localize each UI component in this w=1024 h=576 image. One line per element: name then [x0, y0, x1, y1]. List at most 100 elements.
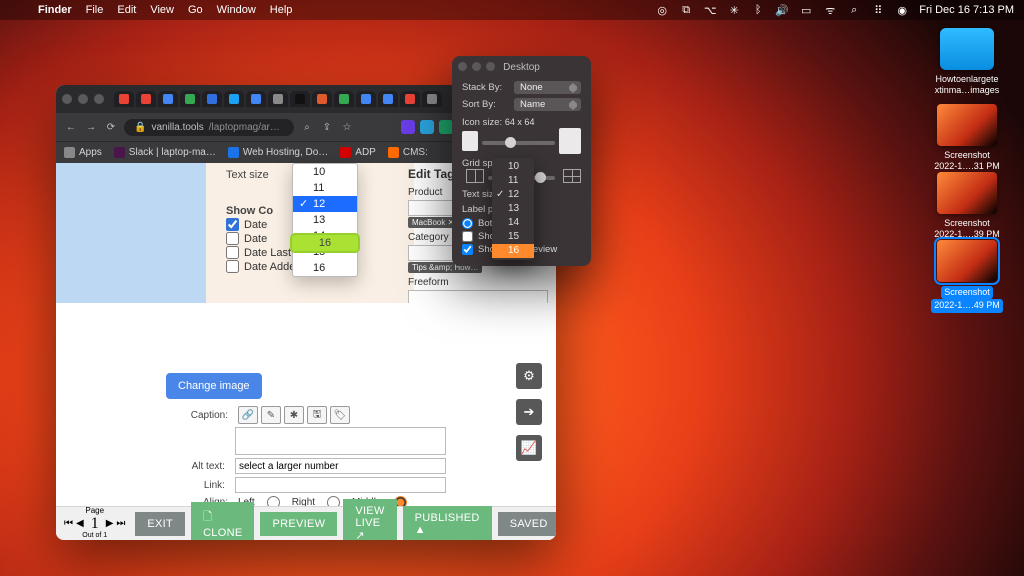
saved-button[interactable]: SAVED — [498, 512, 556, 536]
share-icon[interactable]: ⇪ — [320, 120, 334, 134]
status-icon[interactable]: ◎ — [655, 3, 669, 17]
caption-input[interactable] — [235, 427, 446, 455]
tab-favicon — [273, 94, 283, 104]
sort-by-select[interactable]: Name — [514, 98, 581, 111]
published-button[interactable]: PUBLISHED ▲ — [403, 506, 492, 541]
browser-tab[interactable] — [334, 91, 354, 107]
page-last-icon[interactable]: ⏭ — [116, 519, 125, 530]
bookmark-apps[interactable]: Apps — [64, 147, 102, 158]
search-icon[interactable]: ⌕ — [300, 120, 314, 134]
battery-icon[interactable]: ▭ — [799, 3, 813, 17]
alt-text-input[interactable] — [235, 458, 446, 474]
bookmark-hosting[interactable]: Web Hosting, Do… — [228, 147, 328, 158]
text-size-menu[interactable]: 10 11 12 13 14 15 16 — [292, 163, 358, 277]
tab-favicon — [119, 94, 129, 104]
tab-favicon — [427, 94, 437, 104]
browser-tab[interactable] — [290, 91, 310, 107]
menubar-app[interactable]: Finder — [38, 4, 72, 16]
star-icon[interactable]: ☆ — [340, 120, 354, 134]
desktop-screenshot[interactable]: Screenshot 2022-1….31 PM — [924, 104, 1010, 173]
menu-file[interactable]: File — [86, 4, 104, 16]
search-icon[interactable]: ⌕ — [847, 3, 861, 17]
extension-icon[interactable] — [401, 120, 415, 134]
tab-favicon — [185, 94, 195, 104]
browser-tab[interactable] — [180, 91, 200, 107]
status-icon[interactable]: ✳ — [727, 3, 741, 17]
apple-logo-icon[interactable] — [10, 3, 24, 17]
page-action-bar: Page ⏮ ◀ 1 ▶ ⏭ Out of 1 EXIT 🗋 CLONE PRE… — [56, 506, 556, 540]
menubar-clock[interactable]: Fri Dec 16 7:13 PM — [919, 4, 1014, 16]
desktop-folder[interactable]: Howtoenlargete xtinma…images — [924, 28, 1010, 97]
menu-help[interactable]: Help — [270, 4, 293, 16]
icon-size-slider[interactable] — [482, 141, 555, 145]
menu-edit[interactable]: Edit — [117, 4, 136, 16]
tag-tool-icon[interactable]: 🏷 — [330, 406, 350, 424]
bookmark-slack[interactable]: Slack | laptop-ma… — [114, 147, 216, 158]
extension-icon[interactable] — [439, 120, 453, 134]
browser-tab[interactable] — [378, 91, 398, 107]
browser-tab[interactable] — [158, 91, 178, 107]
image-editor-form: Change image ⚙ ➔ 📈 Caption: 🔗 ✎ ✱ 🖫 🏷 — [56, 303, 556, 540]
window-traffic-lights[interactable] — [458, 62, 495, 71]
view-live-button[interactable]: VIEW LIVE ↗ — [343, 499, 396, 540]
bold-tool-icon[interactable]: ✱ — [284, 406, 304, 424]
save-tool-icon[interactable]: 🖫 — [307, 406, 327, 424]
text-size-label: Text size — [226, 169, 269, 181]
browser-tab[interactable] — [246, 91, 266, 107]
bookmark-adp[interactable]: ADP — [340, 147, 376, 158]
volume-icon[interactable]: 🔊 — [775, 3, 789, 17]
nav-forward-icon[interactable]: → — [84, 120, 98, 134]
browser-tab[interactable] — [400, 91, 420, 107]
status-icon[interactable]: ⧉ — [679, 3, 693, 17]
bookmark-cms[interactable]: CMS: — [388, 147, 428, 158]
tab-favicon — [405, 94, 415, 104]
page-prev-icon[interactable]: ◀ — [76, 519, 84, 530]
control-center-icon[interactable]: ⠿ — [871, 3, 885, 17]
menu-go[interactable]: Go — [188, 4, 203, 16]
page-first-icon[interactable]: ⏮ — [64, 519, 73, 530]
prefs-text-size-menu[interactable]: 10 11 12 13 14 15 16 — [492, 158, 534, 260]
extension-icon[interactable] — [420, 120, 434, 134]
browser-tab[interactable] — [268, 91, 288, 107]
page-next-icon[interactable]: ▶ — [106, 519, 114, 530]
tab-favicon — [383, 94, 393, 104]
browser-tab[interactable] — [422, 91, 442, 107]
chart-icon[interactable]: 📈 — [516, 435, 542, 461]
preview-button[interactable]: PREVIEW — [260, 512, 337, 536]
view-options-form: Text size 10 11 12 13 14 15 16 16 Show C… — [226, 169, 382, 274]
grid-tight-icon — [466, 169, 484, 183]
stack-by-select[interactable]: None — [514, 81, 581, 94]
desktop-screenshot-selected[interactable]: Screenshot 2022-1….49 PM — [924, 240, 1010, 313]
nav-back-icon[interactable]: ← — [64, 120, 78, 134]
forward-icon[interactable]: ➔ — [516, 399, 542, 425]
clone-button[interactable]: 🗋 CLONE — [191, 502, 254, 540]
page-number: 1 — [87, 516, 103, 533]
nav-reload-icon[interactable]: ⟳ — [104, 120, 118, 134]
edit-tool-icon[interactable]: ✎ — [261, 406, 281, 424]
wifi-icon[interactable]: ᯤ — [823, 3, 837, 17]
tab-favicon — [141, 94, 151, 104]
browser-tab[interactable] — [114, 91, 134, 107]
menubar: Finder File Edit View Go Window Help ◎ ⧉… — [0, 0, 1024, 20]
menu-view[interactable]: View — [150, 4, 174, 16]
browser-tab[interactable] — [312, 91, 332, 107]
tab-favicon — [317, 94, 327, 104]
exit-button[interactable]: EXIT — [135, 512, 185, 536]
browser-tab[interactable] — [356, 91, 376, 107]
window-traffic-lights[interactable] — [62, 94, 104, 104]
browser-tab[interactable] — [202, 91, 222, 107]
desktop-screenshot[interactable]: Screenshot 2022-1….39 PM — [924, 172, 1010, 241]
siri-icon[interactable]: ◉ — [895, 3, 909, 17]
status-icon[interactable]: ⌥ — [703, 3, 717, 17]
bluetooth-icon[interactable]: ᛒ — [751, 3, 765, 17]
highlight-16: 16 — [292, 235, 358, 251]
url-field[interactable]: 🔒 vanilla.tools/laptopmag/ar… — [124, 119, 294, 136]
menu-window[interactable]: Window — [217, 4, 256, 16]
link-tool-icon[interactable]: 🔗 — [238, 406, 258, 424]
tab-favicon — [163, 94, 173, 104]
change-image-button[interactable]: Change image — [166, 373, 262, 399]
browser-tab[interactable] — [136, 91, 156, 107]
link-input[interactable] — [235, 477, 446, 493]
settings-icon[interactable]: ⚙ — [516, 363, 542, 389]
browser-tab[interactable] — [224, 91, 244, 107]
